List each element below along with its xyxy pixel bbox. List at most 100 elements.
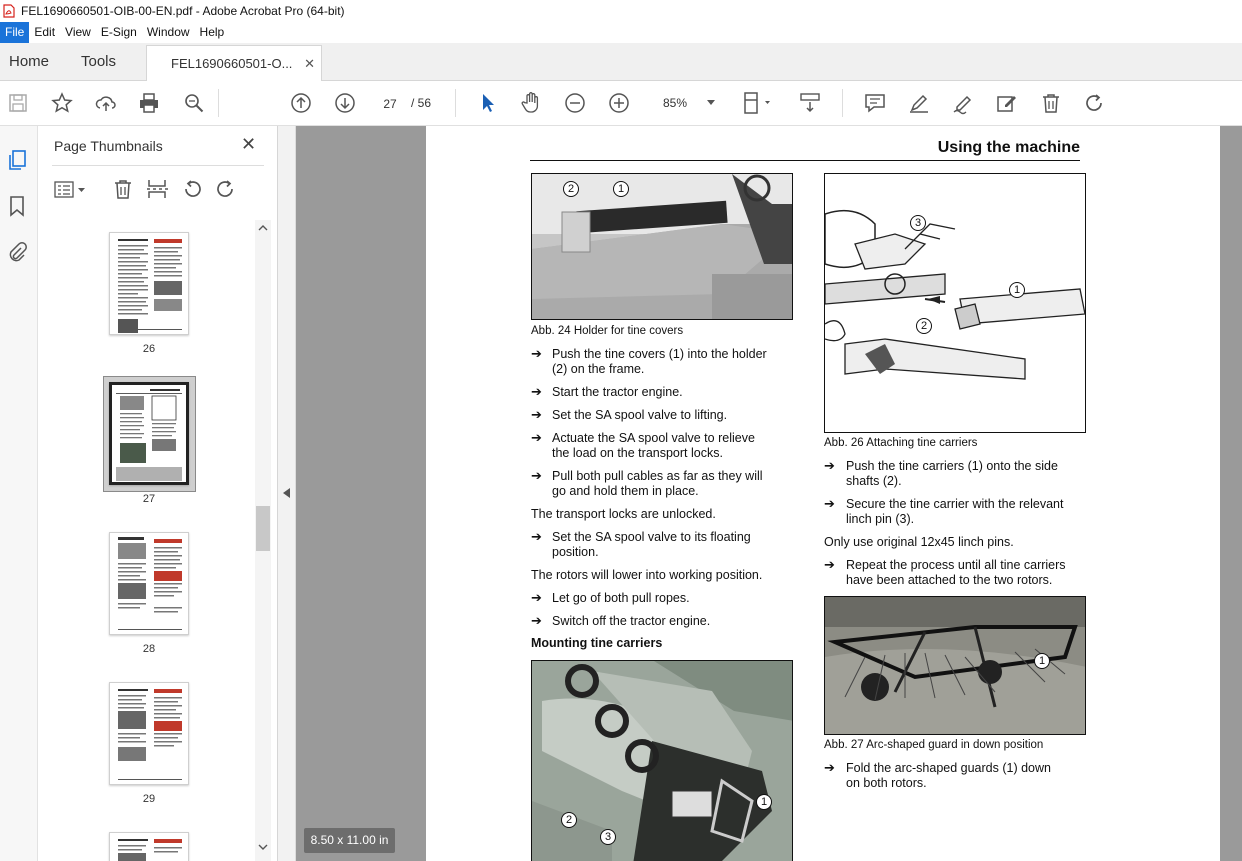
panel-collapse-strip[interactable] — [278, 126, 296, 861]
step-pull-cables: Pull both pull cables as far as they wil… — [552, 469, 763, 498]
toolbar: 27 / 56 85% — [0, 81, 1242, 126]
rotate-right-icon[interactable] — [214, 177, 238, 201]
thumbnail-page-30[interactable] — [109, 832, 189, 861]
thumbnail-label-27: 27 — [142, 493, 156, 505]
figure-26-image — [824, 173, 1086, 433]
comment-icon[interactable] — [863, 91, 887, 115]
arrow-bullet: ➔ — [531, 590, 542, 605]
zoom-in-icon[interactable] — [607, 91, 631, 115]
print-icon[interactable] — [137, 91, 161, 115]
zoom-select[interactable]: 85% — [653, 91, 721, 115]
arrow-bullet: ➔ — [824, 557, 835, 572]
thumbnail-panel: Page Thumbnails ✕ 26 27 28 29 — [38, 126, 278, 861]
select-cursor-icon[interactable] — [476, 91, 500, 115]
chevron-down-icon — [707, 100, 715, 105]
arrow-bullet: ➔ — [531, 468, 542, 483]
thumbnail-page-29[interactable] — [109, 682, 189, 785]
figure-26-caption: Abb. 26 Attaching tine carriers — [824, 437, 978, 449]
callout-2: 2 — [916, 318, 932, 334]
pdf-page: Using the machine 2 1 Abb. 24 Holder for… — [426, 126, 1220, 861]
extract-page-icon[interactable] — [145, 177, 169, 201]
page-number-input[interactable]: 27 — [375, 93, 405, 113]
menu-edit[interactable]: Edit — [29, 22, 60, 43]
figure-25-image — [531, 660, 793, 861]
note-locks-unlocked: The transport locks are unlocked. — [531, 507, 716, 521]
toolbar-separator — [842, 89, 843, 117]
step-switch-off-engine: Switch off the tractor engine. — [552, 614, 711, 628]
bookmark-icon[interactable] — [6, 194, 28, 218]
scrolling-mode-icon[interactable] — [798, 91, 822, 115]
zoom-out-icon[interactable] — [563, 91, 587, 115]
toolbar-separator — [218, 89, 219, 117]
star-icon[interactable] — [50, 91, 74, 115]
callout-2: 2 — [563, 181, 579, 197]
page-display-icon[interactable] — [741, 91, 770, 115]
delete-icon[interactable] — [1039, 91, 1063, 115]
page-thumbnails-icon[interactable] — [6, 148, 28, 172]
scroll-down-icon[interactable] — [257, 841, 269, 853]
tab-document[interactable]: FEL1690660501-O... ✕ — [146, 45, 322, 82]
step-secure-tine-carrier: Secure the tine carrier with the relevan… — [846, 497, 1064, 526]
thumbnail-page-27[interactable] — [109, 382, 189, 485]
menu-window[interactable]: Window — [142, 22, 195, 43]
thumbnail-label-28: 28 — [142, 643, 156, 655]
arrow-bullet: ➔ — [531, 384, 542, 399]
step-set-lifting: Set the SA spool valve to lifting. — [552, 408, 728, 422]
step-let-go-ropes: Let go of both pull ropes. — [552, 591, 690, 605]
callout-1: 1 — [756, 794, 772, 810]
menu-esign[interactable]: E-Sign — [96, 22, 142, 43]
callout-2: 2 — [561, 812, 577, 828]
thumbnail-page-26[interactable] — [109, 232, 189, 335]
step-push-tine-carriers: Push the tine carriers (1) onto the side… — [846, 459, 1058, 488]
attachment-icon[interactable] — [6, 240, 28, 264]
tab-home[interactable]: Home — [9, 43, 49, 81]
zoom-value: 85% — [663, 96, 688, 110]
arrow-bullet: ➔ — [531, 529, 542, 544]
thumbnail-page-28[interactable] — [109, 532, 189, 635]
highlight-pen-icon[interactable] — [907, 91, 931, 115]
hand-tool-icon[interactable] — [519, 91, 543, 115]
delete-page-icon[interactable] — [111, 177, 135, 201]
next-page-icon[interactable] — [333, 91, 357, 115]
left-rail — [0, 126, 38, 861]
save-icon[interactable] — [6, 91, 30, 115]
scroll-up-icon[interactable] — [257, 222, 269, 234]
note-rotors-lower: The rotors will lower into working posit… — [531, 568, 763, 582]
note-linch-pins: Only use original 12x45 linch pins. — [824, 535, 1014, 549]
subheading-mounting: Mounting tine carriers — [531, 636, 663, 650]
tab-tools[interactable]: Tools — [81, 43, 116, 81]
figure-24-caption: Abb. 24 Holder for tine covers — [531, 325, 684, 337]
arrow-bullet: ➔ — [824, 496, 835, 511]
search-icon[interactable] — [182, 91, 206, 115]
close-panel-icon[interactable]: ✕ — [241, 134, 256, 155]
previous-page-icon[interactable] — [289, 91, 313, 115]
step-relieve-load: Actuate the SA spool valve to relieve the… — [552, 431, 755, 460]
scrollbar-thumb[interactable] — [256, 506, 270, 551]
collapse-arrow-icon[interactable] — [283, 488, 291, 498]
document-view[interactable]: Using the machine 2 1 Abb. 24 Holder for… — [296, 126, 1242, 861]
arrow-bullet: ➔ — [824, 760, 835, 775]
tab-bar: Home Tools FEL1690660501-O... ✕ — [0, 43, 1242, 82]
menu-help[interactable]: Help — [195, 22, 230, 43]
thumbnail-options-icon[interactable] — [53, 179, 89, 201]
thumbnail-label-26: 26 — [142, 343, 156, 355]
thumbnail-label-29: 29 — [142, 793, 156, 805]
header-rule — [530, 160, 1080, 161]
acrobat-icon — [3, 4, 15, 18]
step-floating-position: Set the SA spool valve to its floating po… — [552, 530, 751, 559]
close-tab-icon[interactable]: ✕ — [304, 46, 315, 82]
cloud-upload-icon[interactable] — [94, 91, 118, 115]
page-size-badge: 8.50 x 11.00 in — [304, 828, 395, 853]
menu-view[interactable]: View — [60, 22, 96, 43]
panel-divider — [52, 165, 264, 166]
edit-pdf-icon[interactable] — [995, 91, 1019, 115]
toolbar-separator — [455, 89, 456, 117]
sign-icon[interactable] — [951, 91, 975, 115]
rotate-left-icon[interactable] — [180, 177, 204, 201]
menu-file[interactable]: File — [0, 22, 30, 43]
callout-3: 3 — [600, 829, 616, 845]
arrow-bullet: ➔ — [531, 430, 542, 445]
redo-icon[interactable] — [1083, 91, 1107, 115]
callout-3: 3 — [910, 215, 926, 231]
window-title: FEL1690660501-OIB-00-EN.pdf - Adobe Acro… — [21, 4, 345, 18]
